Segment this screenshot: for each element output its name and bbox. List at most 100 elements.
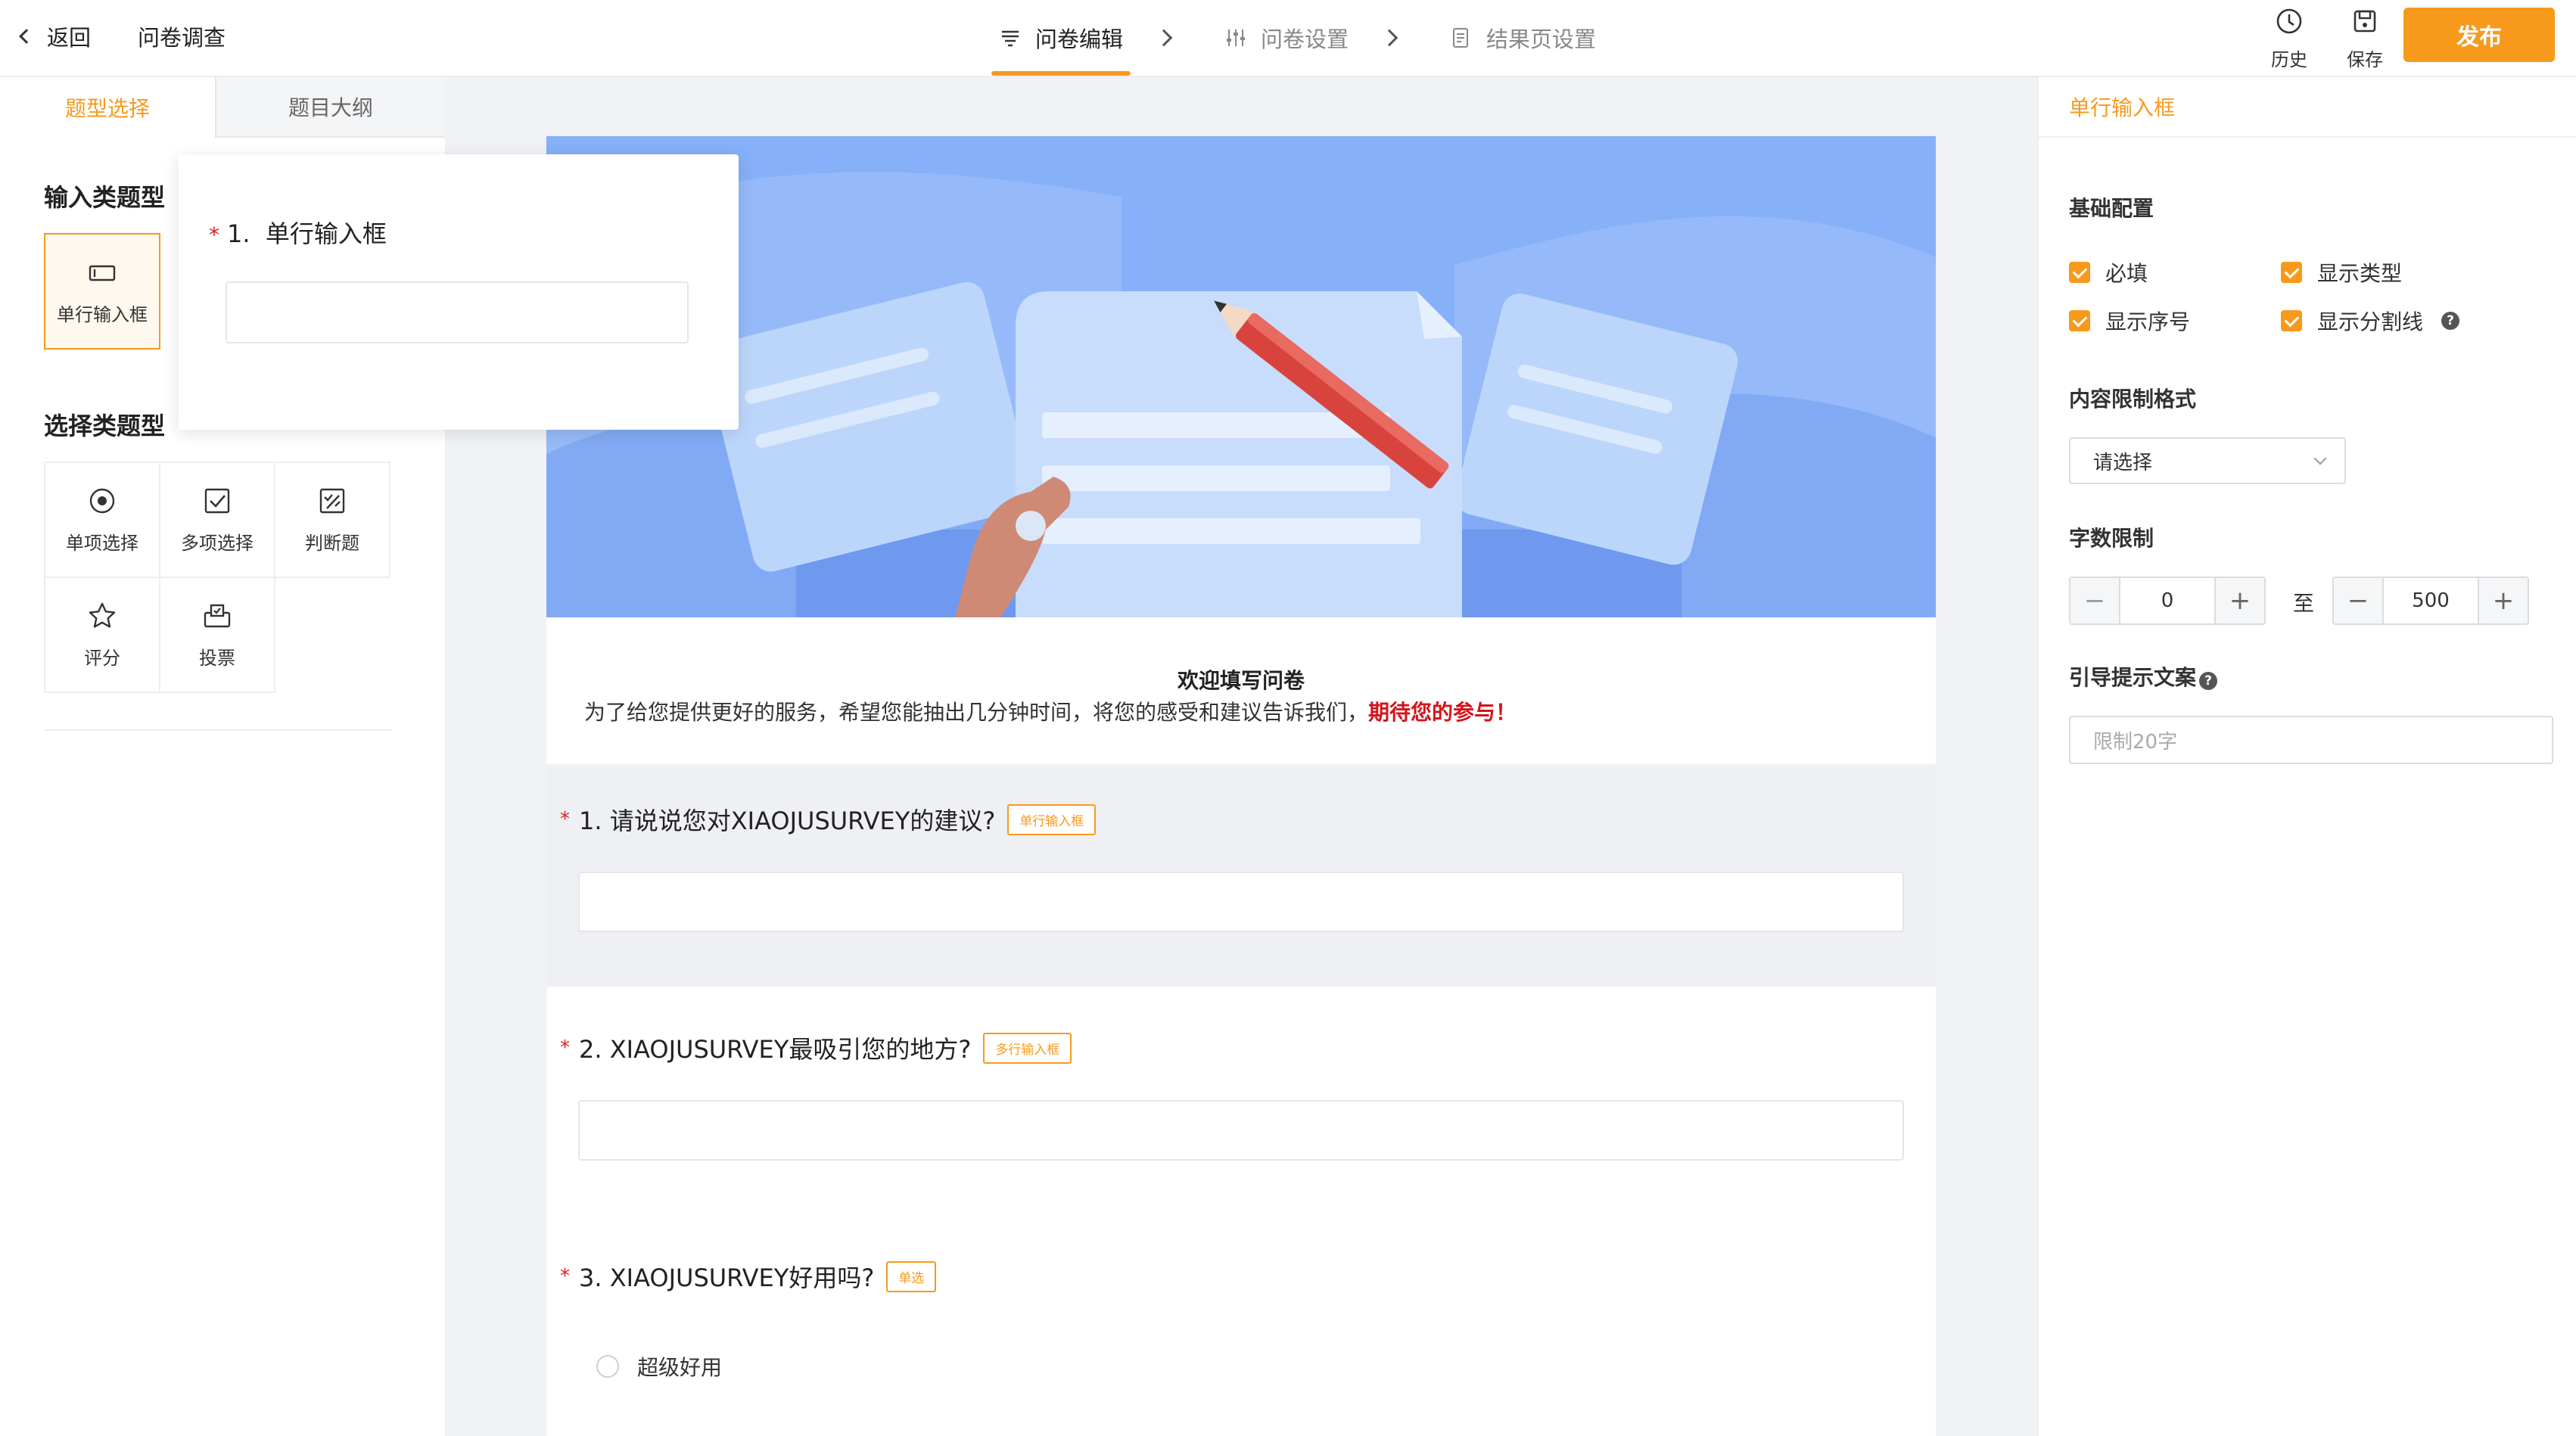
welcome-desc-text: 为了给您提供更好的服务，希望您能抽出几分钟时间，将您的感受和建议告诉我们， [584, 700, 1369, 725]
basic-config-label: 基础配置 [2069, 196, 2154, 221]
checkbox-label: 显示类型 [2317, 261, 2403, 286]
tab-result-page-settings[interactable]: 结果页设置 [1442, 0, 1604, 76]
question-type-preview: * 1. 单行输入框 [179, 154, 739, 430]
required-star: * [209, 222, 219, 247]
input-types-heading: 输入类题型 [44, 183, 166, 212]
checkbox-checked-icon [2281, 262, 2302, 283]
question-title: 2. XIAOJUSURVEY最吸引您的地方? [579, 1035, 972, 1064]
step-label: 问卷编辑 [1035, 26, 1124, 52]
tab-question-outline[interactable]: 题目大纲 [215, 77, 445, 138]
qtype-label: 单项选择 [66, 532, 138, 554]
checkbox-label: 显示序号 [2105, 309, 2191, 334]
qtype-label: 判断题 [305, 532, 359, 554]
right-config-panel: 单行输入框 基础配置 必填 显示类型 显示序号 显示分割线 ? 内容限制格式 请… [2037, 77, 2576, 1436]
checkbox-icon [204, 488, 230, 513]
option-label: 超级好用 [637, 1355, 723, 1380]
checkbox-label: 显示分割线 [2317, 309, 2424, 334]
qtype-multiple-choice[interactable]: 多项选择 [159, 462, 275, 578]
single-line-input-icon [89, 265, 116, 281]
step-nav: 问卷编辑 问卷设置 结果页设置 [991, 0, 1604, 76]
qtype-label: 多项选择 [181, 532, 254, 554]
qtype-vote[interactable]: 投票 [159, 577, 275, 693]
qtype-single-line-input[interactable]: 单行输入框 [44, 233, 160, 350]
qtype-label: 评分 [84, 647, 120, 669]
hint-text-label: 引导提示文案? [2069, 661, 2218, 692]
required-star: * [560, 1037, 570, 1059]
radio-circle-icon [596, 1355, 619, 1378]
tab-question-types[interactable]: 题型选择 [0, 77, 215, 138]
question-type-badge: 单选 [886, 1260, 937, 1292]
step-label: 结果页设置 [1486, 26, 1597, 52]
document-icon [1453, 28, 1469, 48]
length-limit-label: 字数限制 [2069, 526, 2154, 551]
answer-input[interactable] [578, 872, 1904, 932]
increment-button[interactable]: + [2216, 578, 2264, 623]
preview-input-field [226, 281, 689, 343]
save-button[interactable]: 保存 [2338, 6, 2391, 71]
preview-number: 1. [227, 219, 250, 248]
vote-icon [204, 604, 231, 627]
preview-question-title: * 1. 单行输入框 [209, 215, 387, 250]
question-type-badge: 多行输入框 [983, 1032, 1072, 1064]
tab-survey-settings[interactable]: 问卷设置 [1217, 0, 1356, 76]
required-star: * [560, 1265, 570, 1288]
history-button[interactable]: 历史 [2263, 6, 2316, 71]
question-header: * 3. XIAOJUSURVEY好用吗? 单选 [560, 1259, 937, 1294]
qtype-single-choice[interactable]: 单项选择 [44, 462, 160, 578]
publish-button[interactable]: 发布 [2403, 8, 2555, 62]
preview-title: 单行输入框 [265, 219, 387, 248]
question-card-2[interactable]: * 2. XIAOJUSURVEY最吸引您的地方? 多行输入框 [546, 999, 1936, 1215]
answer-input[interactable] [578, 1100, 1904, 1161]
welcome-highlight: 期待您的参与！ [1368, 700, 1517, 725]
question-title: 3. XIAOJUSURVEY好用吗? [579, 1263, 875, 1292]
judge-icon [319, 488, 345, 513]
sliders-icon [1227, 30, 1246, 46]
min-length-value[interactable]: 0 [2119, 578, 2216, 623]
checkbox-label: 必填 [2105, 261, 2148, 286]
edit-list-icon [1002, 30, 1019, 47]
config-panel-title: 单行输入框 [2039, 77, 2576, 138]
divider [44, 729, 392, 731]
format-label: 内容限制格式 [2069, 387, 2197, 412]
checkbox-show-type[interactable]: 显示类型 [2281, 257, 2402, 288]
required-star: * [560, 808, 570, 831]
help-icon[interactable]: ? [2199, 672, 2218, 690]
format-select[interactable]: 请选择 [2069, 437, 2346, 484]
min-length-stepper: − 0 + [2069, 577, 2266, 625]
qtype-label: 单行输入框 [57, 303, 148, 325]
question-card-3[interactable]: * 3. XIAOJUSURVEY好用吗? 单选 超级好用 [546, 1227, 1936, 1436]
hint-text-input[interactable]: 限制20字 [2069, 716, 2553, 764]
radio-option[interactable]: 超级好用 [596, 1351, 722, 1382]
welcome-title: 欢迎填写问卷 [1177, 668, 1305, 693]
hint-label-text: 引导提示文案 [2069, 665, 2197, 690]
qtype-label: 投票 [199, 647, 235, 669]
question-card-1[interactable]: * 1. 请说说您对XIAOJUSURVEY的建议? 单行输入框 [546, 764, 1936, 987]
left-tabs: 题型选择 题目大纲 [0, 77, 445, 138]
chevron-right-icon [1155, 29, 1173, 47]
back-label: 返回 [47, 25, 92, 51]
checkbox-show-divider[interactable]: 显示分割线 ? [2281, 306, 2460, 336]
survey-title: 问卷调查 [138, 25, 226, 51]
tab-survey-edit[interactable]: 问卷编辑 [991, 0, 1131, 76]
survey-banner-image [546, 136, 1936, 617]
increment-button[interactable]: + [2479, 578, 2528, 623]
question-title: 1. 请说说您对XIAOJUSURVEY的建议? [579, 807, 996, 835]
back-button[interactable]: 返回 [19, 18, 92, 54]
decrement-button[interactable]: − [2070, 578, 2119, 623]
top-bar: 返回 问卷调查 问卷编辑 问卷设置 结果页设置 历史 保存 发布 [0, 0, 2576, 77]
checkbox-required[interactable]: 必填 [2069, 257, 2148, 288]
help-icon[interactable]: ? [2441, 312, 2460, 330]
max-length-value[interactable]: 500 [2382, 578, 2479, 623]
choice-types-heading: 选择类题型 [44, 412, 166, 440]
step-label: 问卷设置 [1261, 26, 1349, 52]
decrement-button[interactable]: − [2334, 578, 2382, 623]
qtype-rating[interactable]: 评分 [44, 577, 160, 693]
chevron-down-icon [2313, 452, 2327, 465]
chevron-left-icon [19, 29, 34, 44]
checkbox-checked-icon [2069, 310, 2090, 331]
qtype-judge[interactable]: 判断题 [274, 462, 390, 578]
max-length-stepper: − 500 + [2332, 577, 2529, 625]
survey-paper: 欢迎填写问卷 为了给您提供更好的服务，希望您能抽出几分钟时间，将您的感受和建议告… [546, 136, 1936, 1436]
checkbox-show-index[interactable]: 显示序号 [2069, 306, 2190, 336]
radio-icon [89, 488, 115, 513]
